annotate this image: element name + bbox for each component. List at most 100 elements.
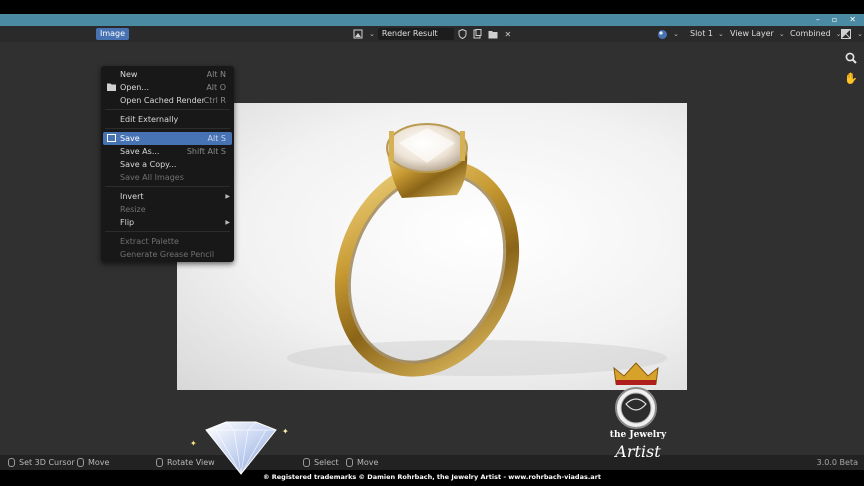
- shield-icon[interactable]: [457, 28, 469, 40]
- navigation-gizmos: ✋: [844, 51, 858, 85]
- submenu-arrow-icon: ▶: [225, 219, 230, 226]
- menu-item-label: New: [120, 70, 138, 79]
- chevron-down-icon[interactable]: ⌄: [673, 30, 679, 38]
- menu-separator: [105, 109, 230, 110]
- emblem-seal-icon: [615, 387, 657, 429]
- zoom-icon[interactable]: [844, 51, 858, 65]
- open-folder-icon[interactable]: [487, 28, 499, 40]
- render-result-image: [177, 103, 687, 390]
- editor-header: Image ⌄ Render Result ✕ ⌄ Slot 1 ⌄ View …: [0, 26, 864, 42]
- menu-item-edit-externally[interactable]: Edit Externally: [101, 113, 234, 126]
- minimize-icon[interactable]: –: [816, 14, 820, 26]
- menu-item-label: Invert: [120, 192, 144, 201]
- menu-shortcut: Alt S: [207, 134, 226, 143]
- menu-item-open-cached-render[interactable]: Open Cached Render Ctrl R: [101, 94, 234, 107]
- menu-item-invert[interactable]: Invert ▶: [101, 190, 234, 203]
- status-set-cursor: Set 3D Cursor: [8, 458, 75, 467]
- menu-item-generate-grease-pencil: Generate Grease Pencil: [101, 248, 234, 261]
- close-icon[interactable]: ✕: [502, 28, 514, 40]
- status-label: Select: [314, 458, 339, 467]
- status-select: Select: [303, 458, 339, 467]
- menu-item-label: Edit Externally: [120, 115, 179, 124]
- logo-subtitle: Artist: [615, 442, 661, 461]
- jewelry-artist-logo: the Jewelry Artist: [600, 360, 670, 462]
- menu-separator: [105, 231, 230, 232]
- version-label: 3.0.0 Beta: [816, 458, 858, 467]
- gold-ring-illustration: [287, 123, 667, 377]
- menu-item-extract-palette: Extract Palette: [101, 235, 234, 248]
- status-move: Move: [77, 458, 109, 467]
- status-label: Move: [88, 458, 110, 467]
- display-mode-group: ⌄: [840, 28, 863, 40]
- hand-icon[interactable]: ✋: [844, 71, 858, 85]
- image-dropdown-menu: New Alt N Open... Alt O Open Cached Render…: [101, 66, 234, 262]
- mouse-left-icon: [303, 458, 310, 467]
- sparkle-icon: ✦: [282, 427, 289, 436]
- display-mode-icon[interactable]: [840, 28, 852, 40]
- menu-separator: [105, 128, 230, 129]
- menu-item-label: Extract Palette: [120, 237, 179, 246]
- menu-item-label: Save All Images: [120, 173, 184, 182]
- maximize-icon[interactable]: ▫: [832, 14, 837, 26]
- mouse-right-icon: [346, 458, 353, 467]
- render-name-field[interactable]: Render Result: [377, 28, 454, 40]
- image-editor: Image ⌄ Render Result ✕ ⌄ Slot 1 ⌄ View …: [0, 26, 864, 470]
- menu-item-label: Save As...: [120, 147, 160, 156]
- crown-icon: [613, 362, 659, 385]
- view-layer-selector[interactable]: View Layer ⌄: [730, 28, 785, 40]
- mouse-middle-icon: [156, 458, 163, 467]
- submenu-arrow-icon: ▶: [225, 193, 230, 200]
- menu-item-new[interactable]: New Alt N: [101, 68, 234, 81]
- status-label: Set 3D Cursor: [19, 458, 75, 467]
- menu-item-label: Flip: [120, 218, 135, 227]
- menu-item-save-copy[interactable]: Save a Copy...: [101, 158, 234, 171]
- menu-shortcut: Shift Alt S: [186, 147, 226, 156]
- diamond-logo-icon: ✦ ✦: [190, 421, 289, 475]
- window-titlebar: – ▫ ✕: [0, 14, 864, 26]
- chevron-down-icon[interactable]: ⌄: [857, 30, 863, 38]
- chevron-down-icon: ⌄: [778, 30, 785, 38]
- menu-item-label: Resize: [120, 205, 146, 214]
- status-label: Move: [357, 458, 379, 467]
- image-editor-icon: [107, 134, 116, 142]
- new-image-icon[interactable]: [472, 28, 484, 40]
- menu-item-save[interactable]: Save Alt S: [103, 132, 232, 145]
- image-browse-group: ⌄ Render Result ✕: [352, 28, 514, 40]
- trademark-text: ® Registered trademarks © Damien Rohrbac…: [262, 473, 602, 481]
- display-settings-group: ⌄: [656, 28, 679, 40]
- menu-shortcut: Ctrl R: [203, 96, 226, 105]
- mouse-right-icon: [77, 458, 84, 467]
- sparkle-icon: ✦: [190, 439, 197, 448]
- menu-item-label: Save: [120, 134, 140, 143]
- chevron-down-icon: ⌄: [717, 30, 724, 38]
- menu-shortcut: Alt O: [206, 83, 226, 92]
- menu-item-open[interactable]: Open... Alt O: [101, 81, 234, 94]
- logo-title: the Jewelry: [609, 430, 667, 440]
- image-menu-button[interactable]: Image: [96, 28, 130, 40]
- trademark-bar: ® Registered trademarks © Damien Rohrbac…: [0, 470, 864, 486]
- status-move-2: Move: [346, 458, 378, 467]
- image-editor-icon[interactable]: [352, 28, 364, 40]
- view-layer-label: View Layer: [730, 29, 774, 38]
- chevron-down-icon[interactable]: ⌄: [369, 30, 375, 38]
- menu-item-resize: Resize: [101, 203, 234, 216]
- menu-item-save-as[interactable]: Save As... Shift Alt S: [101, 145, 234, 158]
- menu-item-label: Generate Grease Pencil: [120, 250, 215, 259]
- slot-selector[interactable]: Slot 1 ⌄: [690, 28, 724, 40]
- mouse-left-icon: [8, 458, 15, 467]
- menu-item-label: Save a Copy...: [120, 160, 177, 169]
- render-pass-selector[interactable]: Combined ⌄: [790, 28, 842, 40]
- render-pass-label: Combined: [790, 29, 831, 38]
- top-letterbox: [0, 0, 864, 14]
- menu-item-flip[interactable]: Flip ▶: [101, 216, 234, 229]
- menu-separator: [105, 186, 230, 187]
- slot-label: Slot 1: [690, 29, 713, 38]
- close-window-icon[interactable]: ✕: [849, 14, 856, 26]
- folder-icon: [107, 83, 116, 91]
- menu-item-label: Open Cached Render: [120, 96, 205, 105]
- status-bar: Set 3D Cursor Move Rotate View Select Mo…: [0, 455, 864, 470]
- material-icon[interactable]: [656, 28, 668, 40]
- menu-item-label: Open...: [120, 83, 149, 92]
- window-controls: – ▫ ✕: [816, 14, 856, 26]
- menu-shortcut: Alt N: [206, 70, 226, 79]
